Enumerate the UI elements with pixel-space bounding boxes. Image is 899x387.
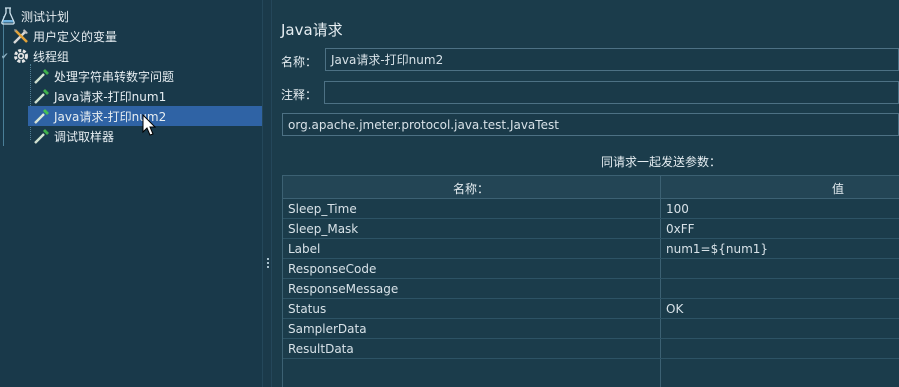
dropper-icon [33, 67, 51, 85]
table-row[interactable]: ResponseCode [283, 259, 899, 279]
param-name: Sleep_Time [288, 202, 357, 216]
name-label: 名称： [281, 55, 318, 69]
tree-item-sampler-2[interactable]: Java请求-打印num1 [33, 86, 166, 106]
tree-item-sampler-1[interactable]: 处理字符串转数字问题 [33, 66, 174, 86]
param-value: num1=${num1} [666, 242, 769, 256]
table-row[interactable]: Sleep_Mask 0xFF [283, 219, 899, 239]
page-title: Java请求 [281, 21, 343, 39]
comment-field[interactable] [324, 81, 899, 104]
tree-item-label: 测试计划 [21, 9, 70, 24]
name-field-value: Java请求-打印num2 [331, 53, 444, 67]
panel-splitter[interactable] [262, 0, 272, 387]
column-header-value[interactable]: 值 [832, 180, 844, 197]
tree-item-label: 线程组 [33, 49, 70, 64]
tree-item-label: 处理字符串转数字问题 [54, 69, 175, 84]
classname-value: org.apache.jmeter.protocol.java.test.Jav… [288, 117, 559, 132]
tree-item-user-variables[interactable]: 用户定义的变量 [12, 26, 117, 46]
dropper-icon [33, 107, 51, 125]
mouse-cursor-icon [142, 114, 156, 136]
splitter-grip-icon [267, 258, 269, 270]
column-header-name[interactable]: 名称： [453, 180, 489, 197]
test-plan-icon [0, 7, 18, 25]
param-name: ResponseMessage [288, 282, 399, 296]
param-value: OK [666, 302, 684, 316]
tree-item-debug-sampler[interactable]: 调试取样器 [33, 126, 114, 146]
dropper-icon [33, 127, 51, 145]
param-value: 0xFF [666, 222, 695, 236]
param-name: Sleep_Mask [288, 222, 359, 236]
comment-label: 注释： [281, 88, 318, 102]
param-value: 100 [666, 202, 689, 216]
tree-item-test-plan[interactable]: 测试计划 [0, 6, 262, 26]
name-field[interactable]: Java请求-打印num2 [325, 48, 899, 71]
table-header: 名称： 值 [283, 175, 899, 199]
table-row[interactable]: Sleep_Time 100 [283, 199, 899, 219]
collapse-toggle-icon[interactable]: ✔ [1, 52, 9, 62]
param-name: Label [288, 242, 321, 256]
tree-item-label: 调试取样器 [54, 129, 115, 144]
param-name: SamplerData [288, 322, 367, 336]
table-row[interactable]: Label num1=${num1} [283, 239, 899, 259]
tree-connector-child [30, 64, 31, 140]
param-name: Status [288, 302, 327, 316]
classname-select[interactable]: org.apache.jmeter.protocol.java.test.Jav… [282, 113, 899, 136]
param-name: ResultData [288, 342, 354, 356]
gear-icon [12, 47, 30, 65]
tree-item-label: Java请求-打印num1 [54, 89, 167, 104]
table-row[interactable]: ResultData [283, 339, 899, 359]
tools-icon [12, 27, 30, 45]
tree-connector [3, 16, 4, 146]
table-row[interactable]: ResponseMessage [283, 279, 899, 299]
tree-item-thread-group[interactable]: 线程组 [12, 46, 69, 66]
param-name: ResponseCode [288, 262, 377, 276]
params-table: 名称： 值 Sleep_Time 100 Sleep_Mask 0xFF Lab… [282, 175, 899, 387]
test-plan-tree: 测试计划 用户定义的变量 ✔ 线程组 处理字符串转数字问题 Java请求-打印n… [0, 0, 262, 387]
table-row[interactable]: SamplerData [283, 319, 899, 339]
dropper-icon [33, 87, 51, 105]
table-row[interactable]: Status OK [283, 299, 899, 319]
sampler-config-panel: Java请求 名称： Java请求-打印num2 注释： org.apache.… [273, 0, 899, 387]
tree-item-label: 用户定义的变量 [33, 29, 118, 44]
params-title: 同请求一起发送参数： [601, 155, 722, 169]
